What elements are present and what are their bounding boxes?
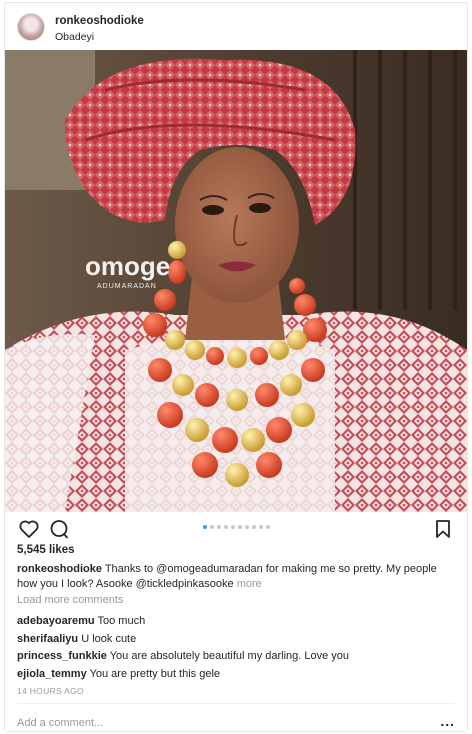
more-options-button[interactable]: ... xyxy=(440,714,455,728)
save-bookmark-icon[interactable] xyxy=(431,517,455,541)
comment-username[interactable]: sherifaaliyu xyxy=(17,633,78,645)
comment-item: princess_funkkie You are absolutely beau… xyxy=(17,649,457,667)
carousel-dot[interactable] xyxy=(223,525,228,529)
avatar[interactable] xyxy=(17,13,45,41)
post-card: ronkeoshodioke Obadeyi omoge ADUMARADAN … xyxy=(4,2,468,732)
carousel-dot[interactable] xyxy=(237,525,242,529)
comment-list: adebayoaremu Too much sherifaaliyu U loo… xyxy=(17,614,457,684)
photo-watermark: omoge xyxy=(85,251,170,281)
load-more-comments-link[interactable]: Load more comments xyxy=(17,594,123,606)
carousel-dot[interactable] xyxy=(265,525,270,529)
post-photo[interactable]: omoge ADUMARADAN xyxy=(5,50,467,512)
comment-text: Too much xyxy=(97,615,146,627)
post-username[interactable]: ronkeoshodioke xyxy=(55,15,144,27)
carousel-dot[interactable] xyxy=(209,525,214,529)
comment-text: You are absolutely beautiful my darling.… xyxy=(109,650,350,662)
comment-username[interactable]: adebayoaremu xyxy=(17,615,95,627)
post-header: ronkeoshodioke Obadeyi xyxy=(5,3,467,49)
comment-text: You are pretty but this gele xyxy=(89,667,221,680)
like-heart-icon[interactable] xyxy=(17,517,41,541)
post-timestamp[interactable]: 14 HOURS AGO xyxy=(17,686,84,696)
carousel-indicator xyxy=(5,525,467,529)
comment-item: ejiola_temmy You are pretty but this gel… xyxy=(17,667,457,685)
post-actions xyxy=(5,515,467,543)
add-comment-input[interactable]: Add a comment... xyxy=(17,717,103,729)
carousel-dot[interactable] xyxy=(202,525,207,529)
comment-bubble-icon[interactable] xyxy=(47,517,71,541)
carousel-dot[interactable] xyxy=(258,525,263,529)
comment-item: adebayoaremu Too much xyxy=(17,614,457,632)
caption-more-link[interactable]: more xyxy=(237,578,262,590)
like-count[interactable]: 5,545 likes xyxy=(17,544,75,556)
comment-divider xyxy=(17,703,455,704)
comment-username[interactable]: princess_funkkie xyxy=(17,650,107,662)
post-location[interactable]: Obadeyi xyxy=(55,31,94,43)
carousel-dot[interactable] xyxy=(251,525,256,529)
photo-watermark-sub: ADUMARADAN xyxy=(97,283,157,290)
comment-text: U look cute xyxy=(81,632,137,645)
comment-item: sherifaaliyu U look cute xyxy=(17,632,457,650)
carousel-dot[interactable] xyxy=(230,525,235,529)
carousel-dot[interactable] xyxy=(244,525,249,529)
comment-username[interactable]: ejiola_temmy xyxy=(17,668,87,680)
carousel-dot[interactable] xyxy=(216,525,221,529)
post-caption: ronkeoshodioke Thanks to @omogeadumarada… xyxy=(17,562,455,592)
caption-username[interactable]: ronkeoshodioke xyxy=(17,563,102,575)
